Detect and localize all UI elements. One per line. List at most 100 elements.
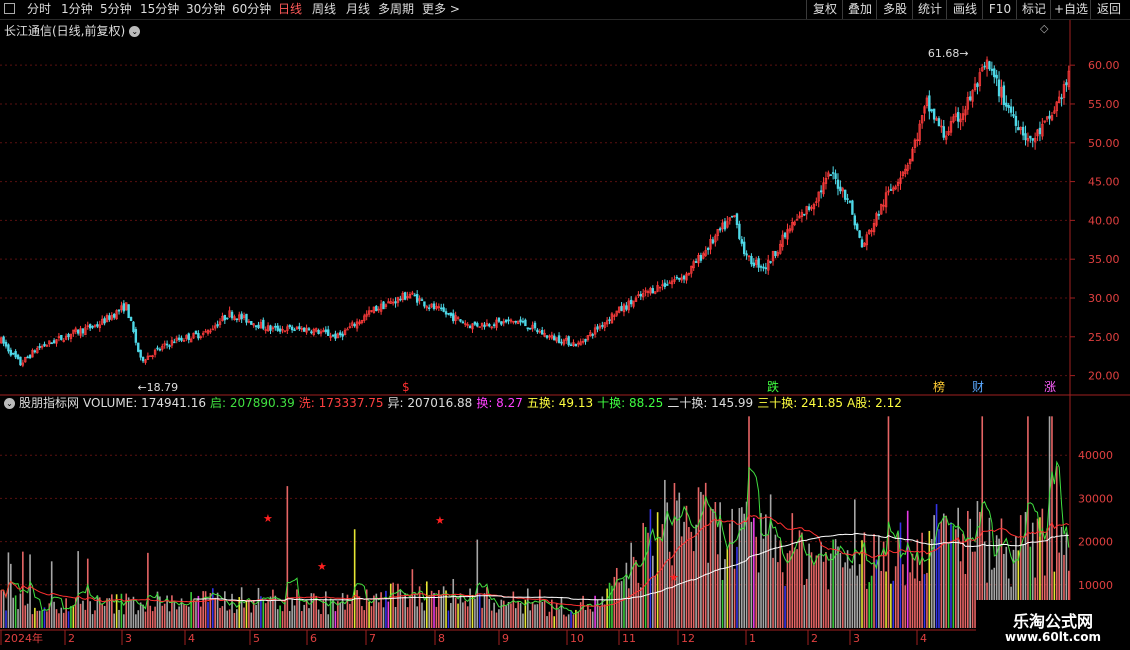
volume-bar: [534, 604, 536, 628]
volume-bar: [827, 589, 830, 628]
volume-bar: [786, 553, 789, 628]
indicator-name[interactable]: 股朋指标网: [19, 396, 79, 410]
volume-bar: [118, 609, 120, 628]
f10-button[interactable]: F10: [982, 0, 1017, 19]
candle-body: [718, 228, 722, 231]
volume-bar: [522, 613, 524, 628]
candle-body: [651, 288, 655, 294]
volume-bar: [714, 502, 717, 628]
volume-bar: [377, 602, 380, 628]
candle-body: [341, 333, 344, 337]
stats-button[interactable]: 统计: [912, 0, 947, 19]
adjust-button[interactable]: 复权: [806, 0, 843, 19]
candle-body: [995, 74, 998, 79]
time-tick-label: 5: [253, 632, 260, 645]
volume-bar: [19, 593, 22, 628]
volume-bar: [589, 609, 592, 628]
volume-bar: [565, 616, 568, 628]
indicator-field-1: 启: 207890.39: [210, 396, 295, 410]
candle-body: [839, 186, 842, 192]
period-15min[interactable]: 15分钟: [140, 2, 179, 17]
back-button[interactable]: 返回: [1090, 0, 1127, 19]
candle-body: [103, 318, 106, 324]
volume-bar: [834, 539, 837, 628]
candle-body: [541, 330, 544, 335]
draw-line-button[interactable]: 画线: [946, 0, 983, 19]
candle-body: [447, 312, 450, 315]
volume-bar: [192, 599, 195, 628]
candle-body: [269, 325, 272, 331]
volume-bar: [397, 583, 399, 628]
indicator-chevron-icon[interactable]: ⌄: [4, 398, 15, 409]
period-5min[interactable]: 5分钟: [100, 2, 132, 17]
volume-bar: [361, 606, 363, 628]
add-favorite-button[interactable]: +自选: [1050, 0, 1091, 19]
volume-bar: [413, 593, 416, 628]
candle-body: [858, 230, 861, 238]
candle-body: [173, 341, 176, 344]
volume-bar: [514, 608, 517, 628]
candle-body: [413, 294, 416, 297]
candle-body: [514, 320, 517, 323]
diamond-icon[interactable]: ◇: [1040, 22, 1048, 35]
volume-bar: [526, 588, 529, 628]
period-more[interactable]: 更多 >: [422, 2, 460, 17]
volume-bar: [728, 523, 731, 628]
period-tick[interactable]: 分时: [27, 2, 51, 17]
period-60min[interactable]: 60分钟: [232, 2, 271, 17]
volume-bar: [233, 612, 236, 628]
price-tick-label: 20.00: [1088, 370, 1120, 383]
volume-bar: [370, 606, 373, 628]
candle-body: [91, 325, 94, 328]
period-weekly[interactable]: 周线: [312, 2, 336, 17]
volume-bar: [784, 585, 786, 628]
volume-bar: [219, 607, 221, 628]
watermark-logo: 乐淘公式网 www.60lt.com: [976, 600, 1130, 650]
event-marker: 涨: [1044, 379, 1056, 394]
candle-body: [197, 333, 200, 339]
volume-bar: [954, 529, 957, 628]
volume-bar: [529, 610, 531, 628]
volume-bar: [880, 570, 883, 628]
mark-button[interactable]: 标记: [1016, 0, 1051, 19]
volume-bar: [697, 487, 700, 628]
candle-body: [50, 342, 53, 345]
volume-bar: [154, 606, 156, 628]
window-menu-icon[interactable]: [4, 3, 15, 14]
volume-bar: [680, 536, 683, 628]
volume-bar: [789, 550, 791, 628]
candle-body: [382, 301, 385, 310]
time-tick-label: 6: [310, 632, 317, 645]
overlay-button[interactable]: 叠加: [842, 0, 877, 19]
candle-body: [497, 317, 501, 322]
period-multi[interactable]: 多周期: [378, 2, 414, 17]
volume-bar: [603, 604, 606, 628]
price-volume-chart[interactable]: 60.00 55.00 50.00 45.00 40.00 35.00 30.00 25.00…: [0, 0, 1130, 650]
candle-body: [856, 223, 859, 230]
time-tick-label: 2024年: [4, 631, 43, 645]
candle-body: [353, 323, 356, 327]
candle-body: [442, 307, 445, 312]
volume-bar: [320, 614, 322, 628]
candle-body: [524, 319, 527, 327]
volume-bar: [358, 596, 361, 628]
period-monthly[interactable]: 月线: [346, 2, 370, 17]
volume-bar: [161, 605, 164, 628]
volume-bar: [942, 513, 945, 628]
volume-bar: [264, 603, 267, 628]
volume-bar: [543, 599, 546, 628]
volume-bar: [644, 527, 647, 628]
chevron-down-icon[interactable]: ⌄: [129, 26, 141, 37]
volume-bar: [868, 582, 871, 628]
period-daily[interactable]: 日线: [278, 2, 302, 17]
candle-body: [836, 179, 840, 189]
candle-body: [444, 311, 448, 315]
multi-stock-button[interactable]: 多股: [876, 0, 913, 19]
volume-bar: [796, 549, 798, 628]
period-1min[interactable]: 1分钟: [61, 2, 93, 17]
period-30min[interactable]: 30分钟: [186, 2, 225, 17]
candle-body: [257, 324, 260, 329]
watermark-logo-url: www.60lt.com: [1004, 630, 1102, 644]
candle-body: [750, 255, 753, 265]
time-tick-label: 2: [811, 632, 818, 645]
